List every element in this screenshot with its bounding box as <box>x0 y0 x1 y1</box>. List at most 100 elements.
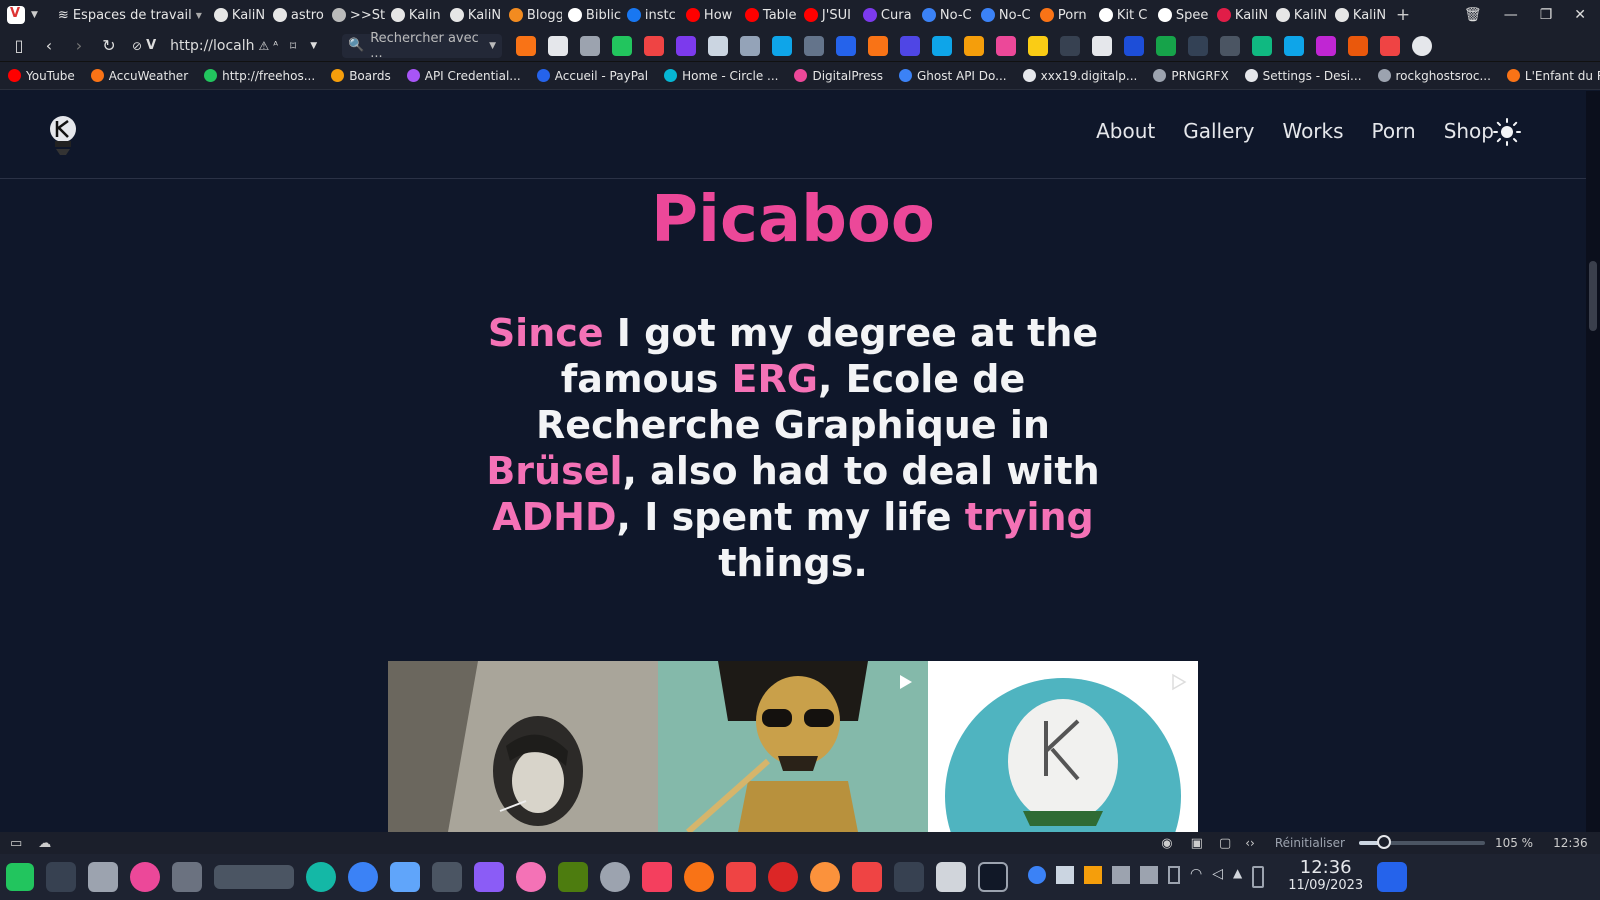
bookmark-item[interactable]: rockghostsroc... <box>1370 69 1499 83</box>
zoom-level[interactable]: 105 % <box>1495 836 1533 850</box>
browser-tab[interactable]: Biblic <box>562 0 621 30</box>
bookmark-item[interactable]: DigitalPress <box>786 69 891 83</box>
terminal-icon[interactable] <box>46 862 76 892</box>
browser-tab[interactable]: How <box>680 0 739 30</box>
color-picker-icon[interactable] <box>516 862 546 892</box>
extension-icon[interactable] <box>644 35 664 56</box>
inkscape-icon[interactable] <box>432 862 462 892</box>
stack-icon[interactable] <box>172 862 202 892</box>
browser-tab[interactable]: KaliN <box>1270 0 1329 30</box>
url-field[interactable]: ⊘ V http://localh ⚠ ᴬ ⌑ ▼ <box>132 34 332 58</box>
nav-link-about[interactable]: About <box>1096 119 1155 143</box>
volume-icon[interactable]: ◁ <box>1212 866 1223 888</box>
camera-app-icon[interactable] <box>306 862 336 892</box>
browser-tab[interactable]: astro <box>267 0 326 30</box>
bookmark-item[interactable]: Settings - Desi... <box>1237 69 1370 83</box>
profile-avatar[interactable] <box>1412 35 1432 56</box>
extension-icon[interactable] <box>1188 35 1208 56</box>
camera-icon[interactable]: ◉ <box>1161 836 1172 851</box>
phone-icon[interactable] <box>1252 866 1265 888</box>
cloud-sync-icon[interactable]: ☁ <box>38 836 51 851</box>
extension-icon[interactable] <box>1284 35 1304 56</box>
extension-icon[interactable] <box>932 35 952 56</box>
browser-tab[interactable]: Cura <box>857 0 916 30</box>
bookmark-item[interactable]: API Credential... <box>399 69 529 83</box>
extension-icon[interactable] <box>772 35 792 56</box>
extension-icon[interactable] <box>964 35 984 56</box>
extension-icon[interactable] <box>708 35 728 56</box>
figma-icon[interactable] <box>642 862 672 892</box>
translate-icon[interactable]: ᴬ <box>273 39 278 52</box>
network-globe-icon[interactable] <box>1028 866 1046 884</box>
clipboard-tray-icon[interactable] <box>1112 866 1130 884</box>
updates-icon[interactable] <box>1084 866 1102 884</box>
site-logo[interactable] <box>46 113 80 157</box>
bookmark-item[interactable]: L'Enfant du R... <box>1499 69 1600 83</box>
system-monitor-icon[interactable] <box>978 862 1008 892</box>
wifi-icon[interactable]: ◠ <box>1190 866 1202 888</box>
browser-tab[interactable]: No-C <box>975 0 1034 30</box>
scrollbar-thumb[interactable] <box>1589 261 1597 331</box>
firefox-icon[interactable] <box>810 862 840 892</box>
extension-icon[interactable] <box>868 35 888 56</box>
taskbar-clock[interactable]: 12:36 11/09/2023 <box>1288 859 1363 895</box>
extension-icon[interactable] <box>548 35 568 56</box>
extension-icon[interactable] <box>740 35 760 56</box>
bookmark-icon[interactable]: ⌑ <box>290 39 296 53</box>
browser-tab[interactable]: No-C <box>916 0 975 30</box>
bookmark-item[interactable]: AccuWeather <box>83 69 196 83</box>
dropbox-icon[interactable] <box>1056 866 1074 884</box>
browser-tab[interactable]: KaliN <box>1211 0 1270 30</box>
clipboard-icon[interactable] <box>936 862 966 892</box>
file-manager-icon[interactable] <box>88 862 118 892</box>
brave-icon[interactable] <box>726 862 756 892</box>
extension-icon[interactable] <box>1156 35 1176 56</box>
chevron-down-icon[interactable]: ▼ <box>489 41 496 51</box>
shield-icon[interactable]: ⊘ <box>132 39 142 53</box>
image-icon[interactable]: ▣ <box>1191 836 1203 851</box>
extension-icon[interactable] <box>612 35 632 56</box>
browser-tab[interactable]: Table <box>739 0 798 30</box>
app-launcher-icon[interactable] <box>6 863 34 891</box>
bookmark-item[interactable]: http://freehos... <box>196 69 323 83</box>
browser-tab[interactable]: >>Sta <box>326 0 385 30</box>
bookmark-item[interactable]: Accueil - PayPal <box>529 69 656 83</box>
browser-tab[interactable]: KaliN <box>1329 0 1388 30</box>
browser-tab[interactable]: J'SUI <box>798 0 857 30</box>
tray-expand-icon[interactable]: ▲ <box>1233 866 1242 888</box>
display-icon[interactable] <box>1140 866 1158 884</box>
downloader-icon[interactable] <box>130 862 160 892</box>
extension-icon[interactable] <box>1252 35 1272 56</box>
extension-icon[interactable] <box>676 35 696 56</box>
maximize-button[interactable]: ❐ <box>1540 7 1553 23</box>
chevron-down-icon[interactable]: ▼ <box>31 10 38 20</box>
browser-tab[interactable]: KaliN <box>444 0 503 30</box>
extension-icon[interactable] <box>1092 35 1112 56</box>
extension-icon[interactable] <box>1124 35 1144 56</box>
extension-icon[interactable] <box>1380 35 1400 56</box>
zoom-slider[interactable] <box>1358 835 1485 849</box>
extension-icon[interactable] <box>1060 35 1080 56</box>
forward-button[interactable]: › <box>64 36 94 55</box>
new-tab-button[interactable]: + <box>1396 5 1410 25</box>
window-icon[interactable]: ▢ <box>1219 836 1231 851</box>
extension-icon[interactable] <box>1028 35 1048 56</box>
extension-icon[interactable] <box>836 35 856 56</box>
browser-tab[interactable]: Kit C <box>1093 0 1152 30</box>
chevron-down-icon[interactable]: ▼ <box>310 41 317 51</box>
extension-icon[interactable] <box>1348 35 1368 56</box>
back-button[interactable]: ‹ <box>34 36 64 55</box>
browser-tab[interactable]: KaliN <box>208 0 267 30</box>
extension-icon[interactable] <box>900 35 920 56</box>
nav-link-shop[interactable]: Shop <box>1444 119 1494 143</box>
browser-icon[interactable] <box>348 862 378 892</box>
bookmark-item[interactable]: xxx19.digitalp... <box>1015 69 1146 83</box>
editor-icon[interactable] <box>894 862 924 892</box>
nav-link-gallery[interactable]: Gallery <box>1183 119 1254 143</box>
gallery-image-skeleton[interactable] <box>658 661 928 832</box>
obsidian-icon[interactable] <box>474 862 504 892</box>
vivaldi-icon[interactable] <box>852 862 882 892</box>
sun-icon[interactable] <box>1492 117 1522 147</box>
extension-icon[interactable] <box>804 35 824 56</box>
browser-tab[interactable]: Kalin <box>385 0 444 30</box>
